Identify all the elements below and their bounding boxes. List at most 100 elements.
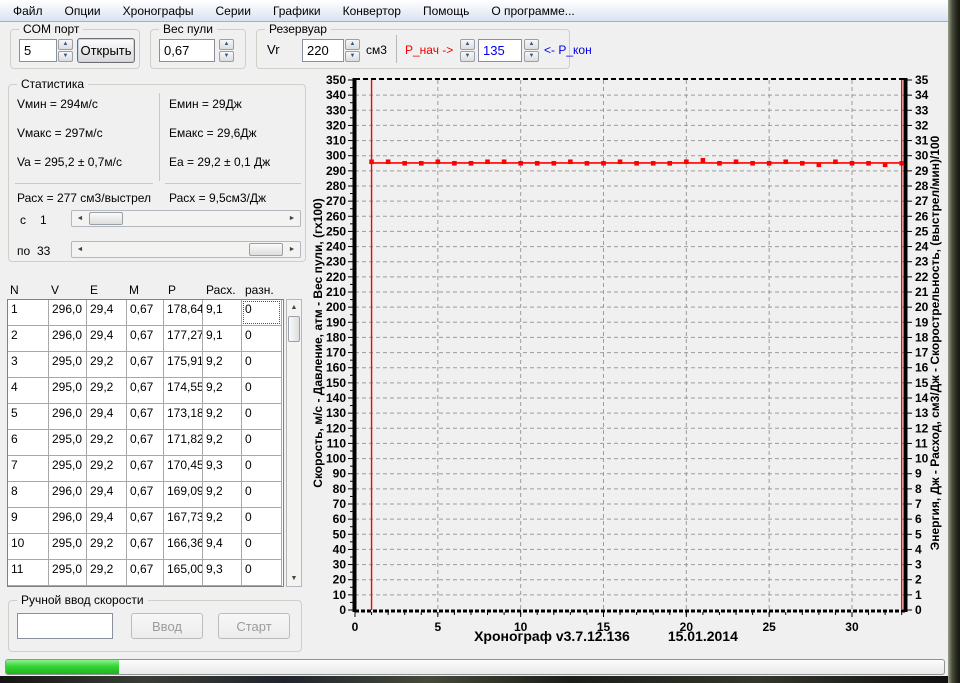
scroll-right-icon[interactable]: ► bbox=[284, 211, 300, 226]
table-cell[interactable]: 10 bbox=[8, 534, 49, 560]
table-cell[interactable]: 2 bbox=[8, 326, 49, 352]
table-scroll-thumb[interactable] bbox=[288, 316, 300, 342]
menu-help[interactable]: Помощь bbox=[412, 1, 480, 21]
range-from-slider[interactable]: ◄ ► bbox=[71, 210, 301, 227]
table-cell[interactable]: 9,2 bbox=[203, 352, 242, 378]
table-cell[interactable]: 296,0 bbox=[49, 482, 87, 508]
table-cell[interactable]: 295,0 bbox=[49, 430, 87, 456]
table-cell[interactable]: 296,0 bbox=[49, 300, 87, 326]
table-cell[interactable]: 295,0 bbox=[49, 560, 87, 586]
range-to-thumb[interactable] bbox=[249, 243, 283, 256]
menu-converter[interactable]: Конвертор bbox=[332, 1, 412, 21]
table-cell[interactable]: 0 bbox=[242, 326, 282, 352]
table-cell[interactable]: 29,4 bbox=[87, 482, 127, 508]
table-cell[interactable]: 7 bbox=[8, 456, 49, 482]
table-cell[interactable]: 0,67 bbox=[127, 378, 164, 404]
table-cell[interactable]: 9,2 bbox=[203, 378, 242, 404]
table-cell[interactable]: 0,67 bbox=[127, 352, 164, 378]
shot-table[interactable]: 1296,029,40,67178,649,102296,029,40,6717… bbox=[7, 299, 284, 587]
table-cell[interactable]: 0,67 bbox=[127, 508, 164, 534]
range-to-slider[interactable]: ◄ ► bbox=[71, 241, 301, 258]
scroll-right-icon[interactable]: ► bbox=[284, 242, 300, 257]
table-cell[interactable]: 0,67 bbox=[127, 430, 164, 456]
range-from-thumb[interactable] bbox=[89, 212, 123, 225]
enter-button[interactable]: Ввод bbox=[131, 613, 203, 639]
table-cell[interactable]: 174,55 bbox=[164, 378, 203, 404]
reservoir-volume-input[interactable] bbox=[302, 39, 344, 62]
table-cell[interactable]: 173,18 bbox=[164, 404, 203, 430]
table-cell[interactable]: 0,67 bbox=[127, 326, 164, 352]
spin-down-icon[interactable]: ▼ bbox=[219, 51, 234, 62]
spin-down-icon[interactable]: ▼ bbox=[524, 51, 539, 62]
table-cell[interactable]: 170,45 bbox=[164, 456, 203, 482]
start-button[interactable]: Старт bbox=[218, 613, 290, 639]
table-cell[interactable]: 29,4 bbox=[87, 326, 127, 352]
scroll-up-icon[interactable]: ▲ bbox=[287, 300, 301, 315]
scroll-left-icon[interactable]: ◄ bbox=[72, 242, 88, 257]
table-cell[interactable]: 0,67 bbox=[127, 482, 164, 508]
table-cell[interactable]: 9,1 bbox=[203, 326, 242, 352]
menu-series[interactable]: Серии bbox=[205, 1, 262, 21]
com-port-input[interactable] bbox=[19, 39, 57, 62]
spin-down-icon[interactable]: ▼ bbox=[58, 51, 73, 62]
table-cell[interactable]: 166,36 bbox=[164, 534, 203, 560]
menu-file[interactable]: Файл bbox=[2, 1, 54, 21]
table-cell[interactable]: 295,0 bbox=[49, 456, 87, 482]
table-cell[interactable]: 9,2 bbox=[203, 482, 242, 508]
table-cell[interactable]: 29,2 bbox=[87, 534, 127, 560]
table-cell[interactable]: 29,2 bbox=[87, 378, 127, 404]
table-cell[interactable]: 0,67 bbox=[127, 300, 164, 326]
spin-down-icon[interactable]: ▼ bbox=[345, 51, 360, 62]
table-cell[interactable]: 0,67 bbox=[127, 560, 164, 586]
menu-chronographs[interactable]: Хронографы bbox=[112, 1, 205, 21]
table-cell[interactable]: 3 bbox=[8, 352, 49, 378]
table-cell[interactable]: 167,73 bbox=[164, 508, 203, 534]
table-cell[interactable]: 29,4 bbox=[87, 404, 127, 430]
table-cell[interactable]: 178,64 bbox=[164, 300, 203, 326]
table-cell[interactable]: 4 bbox=[8, 378, 49, 404]
table-cell[interactable]: 0 bbox=[242, 482, 282, 508]
manual-speed-input[interactable] bbox=[17, 613, 113, 639]
table-cell[interactable]: 0 bbox=[242, 378, 282, 404]
table-cell[interactable]: 296,0 bbox=[49, 326, 87, 352]
table-cell[interactable]: 29,2 bbox=[87, 560, 127, 586]
table-cell[interactable]: 0 bbox=[242, 300, 282, 326]
table-cell[interactable]: 295,0 bbox=[49, 534, 87, 560]
bullet-weight-spinner[interactable]: ▲ ▼ bbox=[219, 39, 234, 62]
table-cell[interactable]: 9,3 bbox=[203, 560, 242, 586]
table-cell[interactable]: 29,2 bbox=[87, 430, 127, 456]
scroll-left-icon[interactable]: ◄ bbox=[72, 211, 88, 226]
table-cell[interactable]: 0 bbox=[242, 534, 282, 560]
table-cell[interactable]: 165,00 bbox=[164, 560, 203, 586]
table-cell[interactable]: 9 bbox=[8, 508, 49, 534]
com-port-spinner[interactable]: ▲ ▼ bbox=[58, 39, 73, 62]
table-cell[interactable]: 0 bbox=[242, 430, 282, 456]
open-port-button[interactable]: Открыть bbox=[77, 38, 135, 63]
menu-graphs[interactable]: Графики bbox=[262, 1, 332, 21]
table-cell[interactable]: 11 bbox=[8, 560, 49, 586]
menu-options[interactable]: Опции bbox=[54, 1, 112, 21]
table-cell[interactable]: 296,0 bbox=[49, 404, 87, 430]
spin-up-icon[interactable]: ▲ bbox=[460, 39, 475, 50]
table-cell[interactable]: 0,67 bbox=[127, 534, 164, 560]
table-cell[interactable]: 9,2 bbox=[203, 404, 242, 430]
spin-up-icon[interactable]: ▲ bbox=[219, 39, 234, 50]
table-cell[interactable]: 177,27 bbox=[164, 326, 203, 352]
table-cell[interactable]: 0 bbox=[242, 404, 282, 430]
table-cell[interactable]: 175,91 bbox=[164, 352, 203, 378]
table-cell[interactable]: 296,0 bbox=[49, 508, 87, 534]
table-cell[interactable]: 171,82 bbox=[164, 430, 203, 456]
p-value-input[interactable] bbox=[478, 39, 522, 62]
p-start-spinner[interactable]: ▲ ▼ bbox=[460, 39, 475, 62]
spin-up-icon[interactable]: ▲ bbox=[58, 39, 73, 50]
table-cell[interactable]: 9,2 bbox=[203, 430, 242, 456]
table-cell[interactable]: 9,3 bbox=[203, 456, 242, 482]
table-cell[interactable]: 9,1 bbox=[203, 300, 242, 326]
table-cell[interactable]: 5 bbox=[8, 404, 49, 430]
table-cell[interactable]: 295,0 bbox=[49, 378, 87, 404]
table-cell[interactable]: 1 bbox=[8, 300, 49, 326]
table-cell[interactable]: 29,4 bbox=[87, 300, 127, 326]
reservoir-volume-spinner[interactable]: ▲ ▼ bbox=[345, 39, 360, 62]
scroll-down-icon[interactable]: ▼ bbox=[287, 571, 301, 586]
p-end-spinner[interactable]: ▲ ▼ bbox=[524, 39, 539, 62]
